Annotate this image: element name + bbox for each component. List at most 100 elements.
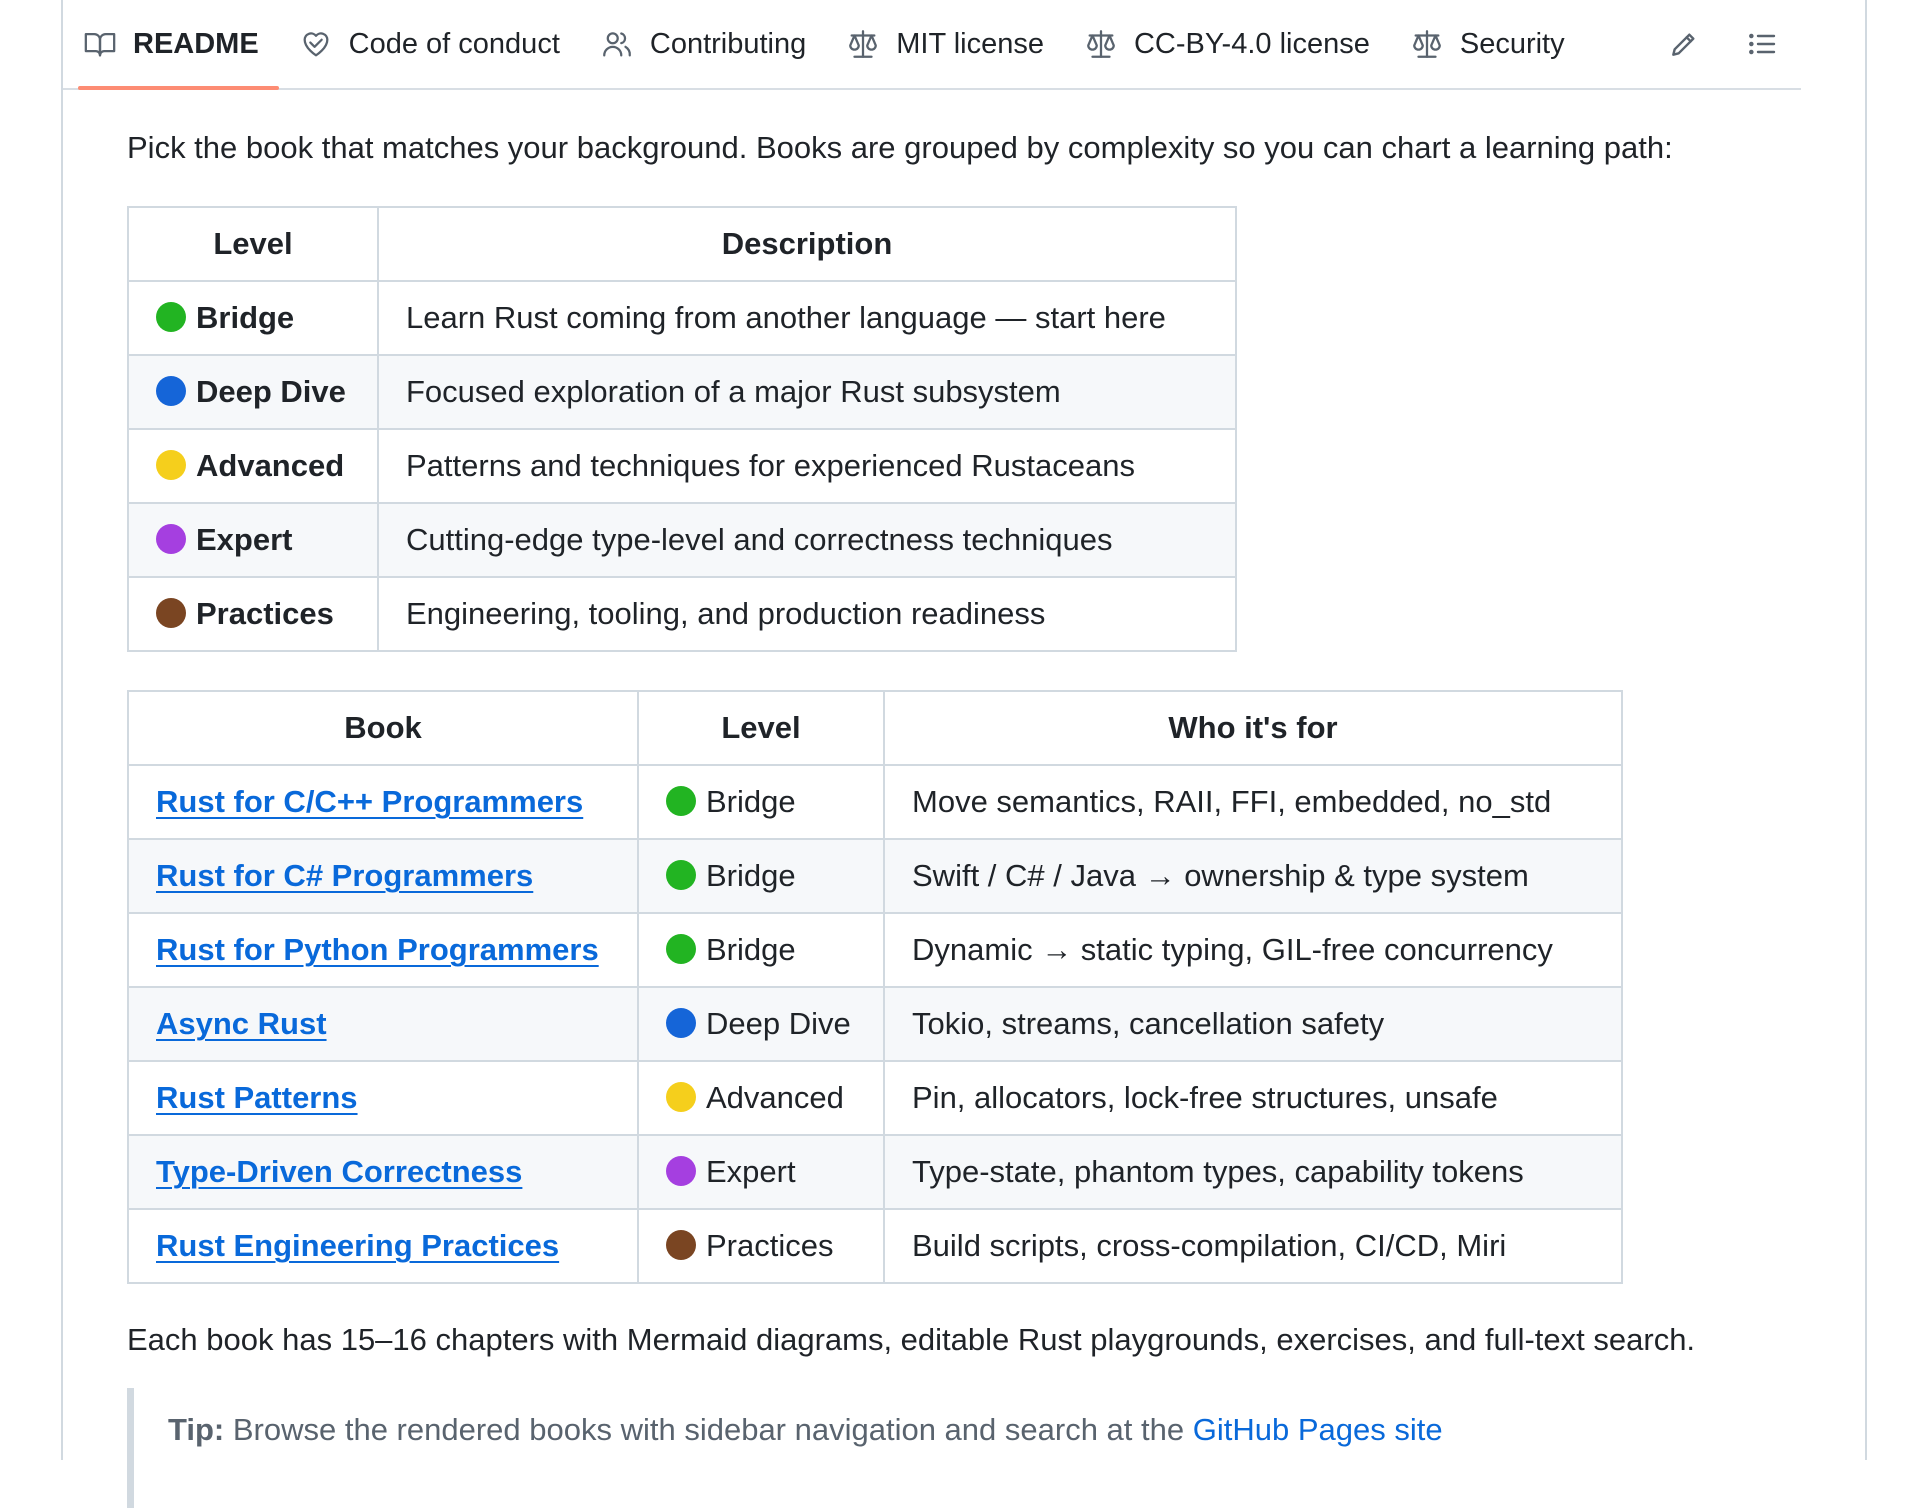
level-dot-icon [156,376,186,406]
edit-button[interactable] [1645,0,1723,88]
tab-label: Contributing [649,27,807,60]
level-dot-icon [666,1230,696,1260]
tip-callout: Tip: Browse the rendered books with side… [127,1388,1727,1508]
book-link[interactable]: Rust for C/C++ Programmers [156,784,583,819]
table-row: Advanced Patterns and techniques for expe… [127,428,1237,504]
law-scale-icon [846,27,880,61]
level-cell: Advanced [127,428,379,504]
books-table: Book Level Who it's for Rust for C/C++ P… [127,690,1623,1284]
level-dot-icon [666,1156,696,1186]
tip-text: Browse the rendered books with sidebar n… [224,1412,1193,1447]
book-link[interactable]: Async Rust [156,1006,327,1041]
book-link[interactable]: Type-Driven Correctness [156,1154,522,1189]
level-name: Practices [706,1228,834,1263]
levels-header-level: Level [127,206,379,282]
level-name: Expert [706,1154,796,1189]
outline-button[interactable] [1723,0,1801,88]
tab-code-of-conduct[interactable]: Code of conduct [279,0,580,88]
level-dot-icon [666,786,696,816]
book-cell: Rust for C# Programmers [127,838,639,914]
book-link[interactable]: Rust Patterns [156,1080,358,1115]
level-description: Learn Rust coming from another language … [377,280,1237,356]
table-row: Type-Driven Correctness Expert Type-state,… [127,1134,1623,1210]
level-dot-icon [666,860,696,890]
level-cell: Bridge [637,912,885,988]
book-link[interactable]: Rust for Python Programmers [156,932,599,967]
tip-label: Tip: [168,1412,225,1447]
level-cell: Deep Dive [127,354,379,430]
book-link[interactable]: Rust for C# Programmers [156,858,533,893]
tab-mit-license[interactable]: MIT license [826,0,1064,88]
table-row: Expert Cutting-edge type-level and correc… [127,502,1237,578]
table-row: Rust Engineering Practices Practices Build… [127,1208,1623,1284]
book-cell: Type-Driven Correctness [127,1134,639,1210]
book-cell: Async Rust [127,986,639,1062]
table-row: Rust Patterns Advanced Pin, allocators, lo… [127,1060,1623,1136]
level-cell: Bridge [127,280,379,356]
level-name: Deep Dive [706,1006,851,1041]
audience-cell: Pin, allocators, lock-free structures, u… [883,1060,1623,1136]
tab-label: MIT license [896,27,1044,60]
level-description: Patterns and techniques for experienced … [377,428,1237,504]
table-row: Deep Dive Focused exploration of a major … [127,354,1237,430]
level-name: Bridge [706,784,796,819]
tab-cc-by-license[interactable]: CC-BY-4.0 license [1064,0,1390,88]
level-description: Focused exploration of a major Rust subs… [377,354,1237,430]
table-row: Async Rust Deep Dive Tokio, streams, cance… [127,986,1623,1062]
tab-security[interactable]: Security [1390,0,1585,88]
level-dot-icon [666,1082,696,1112]
level-dot-icon [666,1008,696,1038]
heart-handshake-icon [299,27,333,61]
book-cell: Rust for Python Programmers [127,912,639,988]
level-cell: Deep Dive [637,986,885,1062]
level-name: Bridge [706,858,796,893]
books-header-level: Level [637,690,885,766]
readme-actions [1645,0,1801,88]
level-cell: Practices [637,1208,885,1284]
tab-label: CC-BY-4.0 license [1133,27,1370,60]
tab-readme[interactable]: README [63,0,279,90]
level-name: Deep Dive [196,374,346,409]
summary-paragraph: Each book has 15–16 chapters with Mermai… [127,1322,1696,1357]
level-cell: Expert [637,1134,885,1210]
tab-label: README [133,27,259,60]
level-cell: Expert [127,502,379,578]
book-link[interactable]: Rust Engineering Practices [156,1228,559,1263]
level-name: Expert [196,522,293,557]
list-icon [1749,33,1776,55]
level-cell: Advanced [637,1060,885,1136]
table-row: Bridge Learn Rust coming from another lan… [127,280,1237,356]
level-dot-icon [156,524,186,554]
tab-contributing[interactable]: Contributing [580,0,826,88]
level-description: Cutting-edge type-level and correctness … [377,502,1237,578]
book-cell: Rust Engineering Practices [127,1208,639,1284]
readme-tab-bar: README Code of conduct Contributing MIT … [63,0,1801,90]
tab-label: Code of conduct [348,27,560,60]
level-name: Bridge [706,932,796,967]
book-icon [83,27,117,61]
intro-paragraph: Pick the book that matches your backgrou… [127,130,1673,165]
level-cell: Practices [127,576,379,652]
audience-cell: Build scripts, cross-compilation, CI/CD,… [883,1208,1623,1284]
audience-cell: Type-state, phantom types, capability to… [883,1134,1623,1210]
github-pages-link[interactable]: GitHub Pages site [1193,1412,1443,1447]
level-dot-icon [156,450,186,480]
table-row: Practices Engineering, tooling, and produ… [127,576,1237,652]
audience-cell: Move semantics, RAII, FFI, embedded, no_… [883,764,1623,840]
level-dot-icon [666,934,696,964]
law-scale-icon [1084,27,1118,61]
level-name: Bridge [196,300,295,335]
table-row: Rust for Python Programmers Bridge Dynamic… [127,912,1623,988]
table-row: Rust for C# Programmers Bridge Swift / C# … [127,838,1623,914]
books-header-book: Book [127,690,639,766]
levels-table: Level Description Bridge Learn Rust comin… [127,206,1237,652]
pencil-icon [1672,33,1695,56]
level-name: Advanced [706,1080,844,1115]
law-scale-icon [1410,27,1444,61]
level-cell: Bridge [637,838,885,914]
tab-label: Security [1459,27,1565,60]
levels-header-description: Description [377,206,1237,282]
books-header-who: Who it's for [883,690,1623,766]
book-cell: Rust Patterns [127,1060,639,1136]
level-name: Practices [196,596,334,631]
